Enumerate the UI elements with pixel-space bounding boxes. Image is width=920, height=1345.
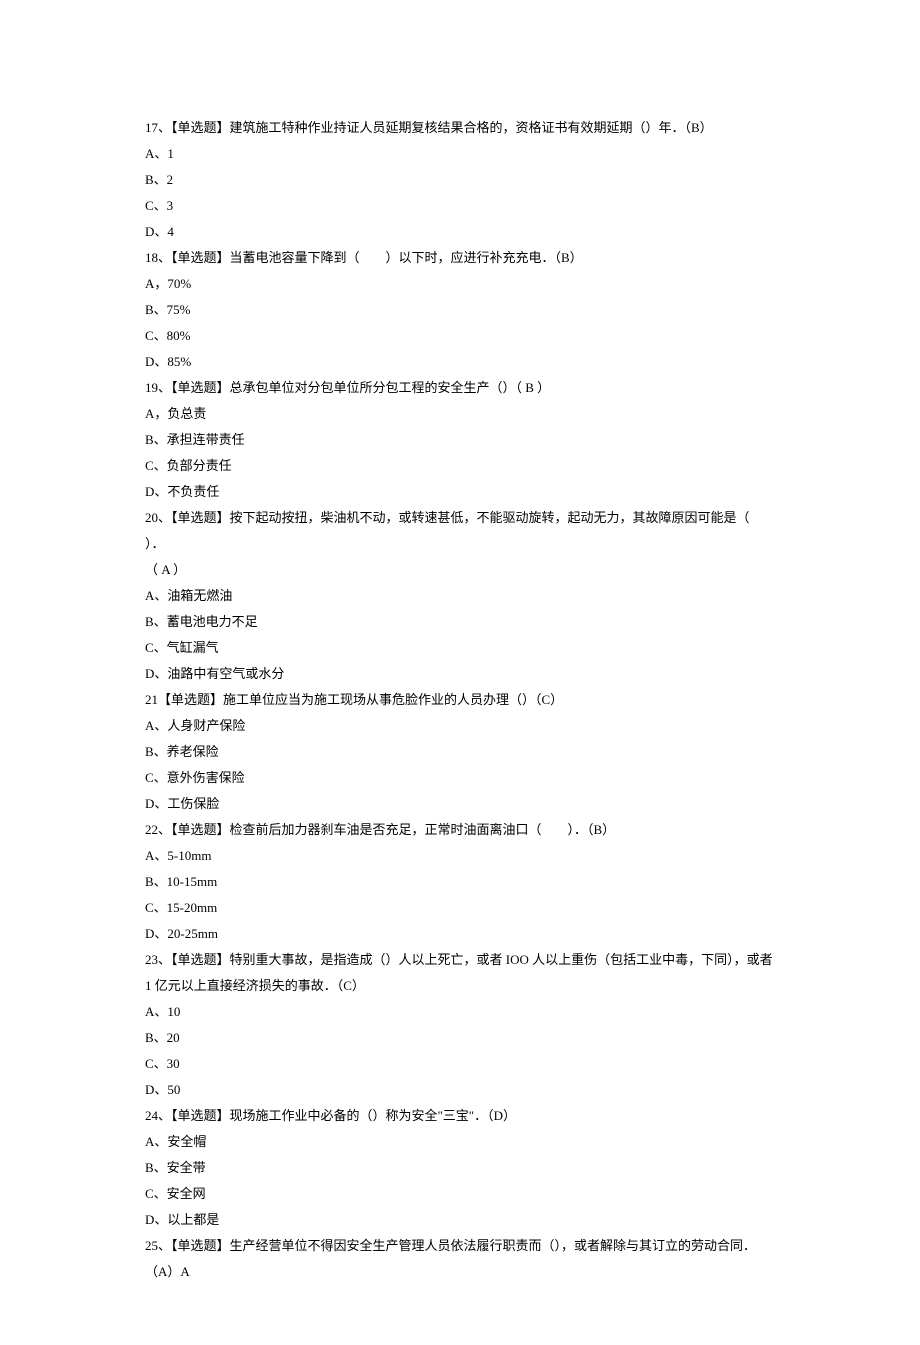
- text-line: C、安全网: [145, 1181, 775, 1207]
- text-line: 20、【单选题】按下起动按扭，柴油机不动，或转速甚低，不能驱动旋转，起动无力，其…: [145, 505, 775, 557]
- text-line: 25、【单选题】生产经营单位不得因安全生产管理人员依法履行职责而（），或者解除与…: [145, 1233, 775, 1285]
- text-line: B、10-15mm: [145, 869, 775, 895]
- text-line: C、3: [145, 193, 775, 219]
- text-line: D、50: [145, 1077, 775, 1103]
- text-line: A、1: [145, 141, 775, 167]
- text-line: A、10: [145, 999, 775, 1025]
- text-line: D、油路中有空气或水分: [145, 661, 775, 687]
- text-line: D、工伤保脸: [145, 791, 775, 817]
- text-line: 18、【单选题】当蓄电池容量下降到（ ）以下时，应进行补充充电．（B）: [145, 245, 775, 271]
- text-line: C、80%: [145, 323, 775, 349]
- text-line: B、20: [145, 1025, 775, 1051]
- text-line: B、2: [145, 167, 775, 193]
- text-line: （ A ）: [145, 557, 775, 583]
- text-line: B、承担连带责任: [145, 427, 775, 453]
- text-line: D、4: [145, 219, 775, 245]
- text-line: C、意外伤害保险: [145, 765, 775, 791]
- text-line: D、以上都是: [145, 1207, 775, 1233]
- text-line: A、油箱无燃油: [145, 583, 775, 609]
- text-line: C、气缸漏气: [145, 635, 775, 661]
- text-line: D、20-25mm: [145, 921, 775, 947]
- text-line: 19、【单选题】总承包单位对分包单位所分包工程的安全生产（）（ B ）: [145, 375, 775, 401]
- text-line: D、85%: [145, 349, 775, 375]
- text-line: A、人身财产保险: [145, 713, 775, 739]
- text-line: 24、【单选题】现场施工作业中必备的（）称为安全"三宝"．（D）: [145, 1103, 775, 1129]
- text-line: A、安全帽: [145, 1129, 775, 1155]
- text-line: C、负部分责任: [145, 453, 775, 479]
- text-line: 17、【单选题】建筑施工特种作业持证人员延期复核结果合格的，资格证书有效期延期（…: [145, 115, 775, 141]
- text-line: A，70%: [145, 271, 775, 297]
- text-line: B、75%: [145, 297, 775, 323]
- text-line: B、安全带: [145, 1155, 775, 1181]
- text-line: C、30: [145, 1051, 775, 1077]
- text-line: B、蓄电池电力不足: [145, 609, 775, 635]
- text-line: B、养老保险: [145, 739, 775, 765]
- text-line: 21【单选题】施工单位应当为施工现场从事危脸作业的人员办理（）（C）: [145, 687, 775, 713]
- text-line: C、15-20mm: [145, 895, 775, 921]
- document-body: 17、【单选题】建筑施工特种作业持证人员延期复核结果合格的，资格证书有效期延期（…: [145, 115, 775, 1285]
- text-line: 22、【单选题】检查前后加力器刹车油是否充足，正常时油面离油口（ ）．（B）: [145, 817, 775, 843]
- text-line: A，负总责: [145, 401, 775, 427]
- text-line: A、5-10mm: [145, 843, 775, 869]
- text-line: 23、【单选题】特别重大事故，是指造成（）人以上死亡，或者 IOO 人以上重伤（…: [145, 947, 775, 999]
- text-line: D、不负责任: [145, 479, 775, 505]
